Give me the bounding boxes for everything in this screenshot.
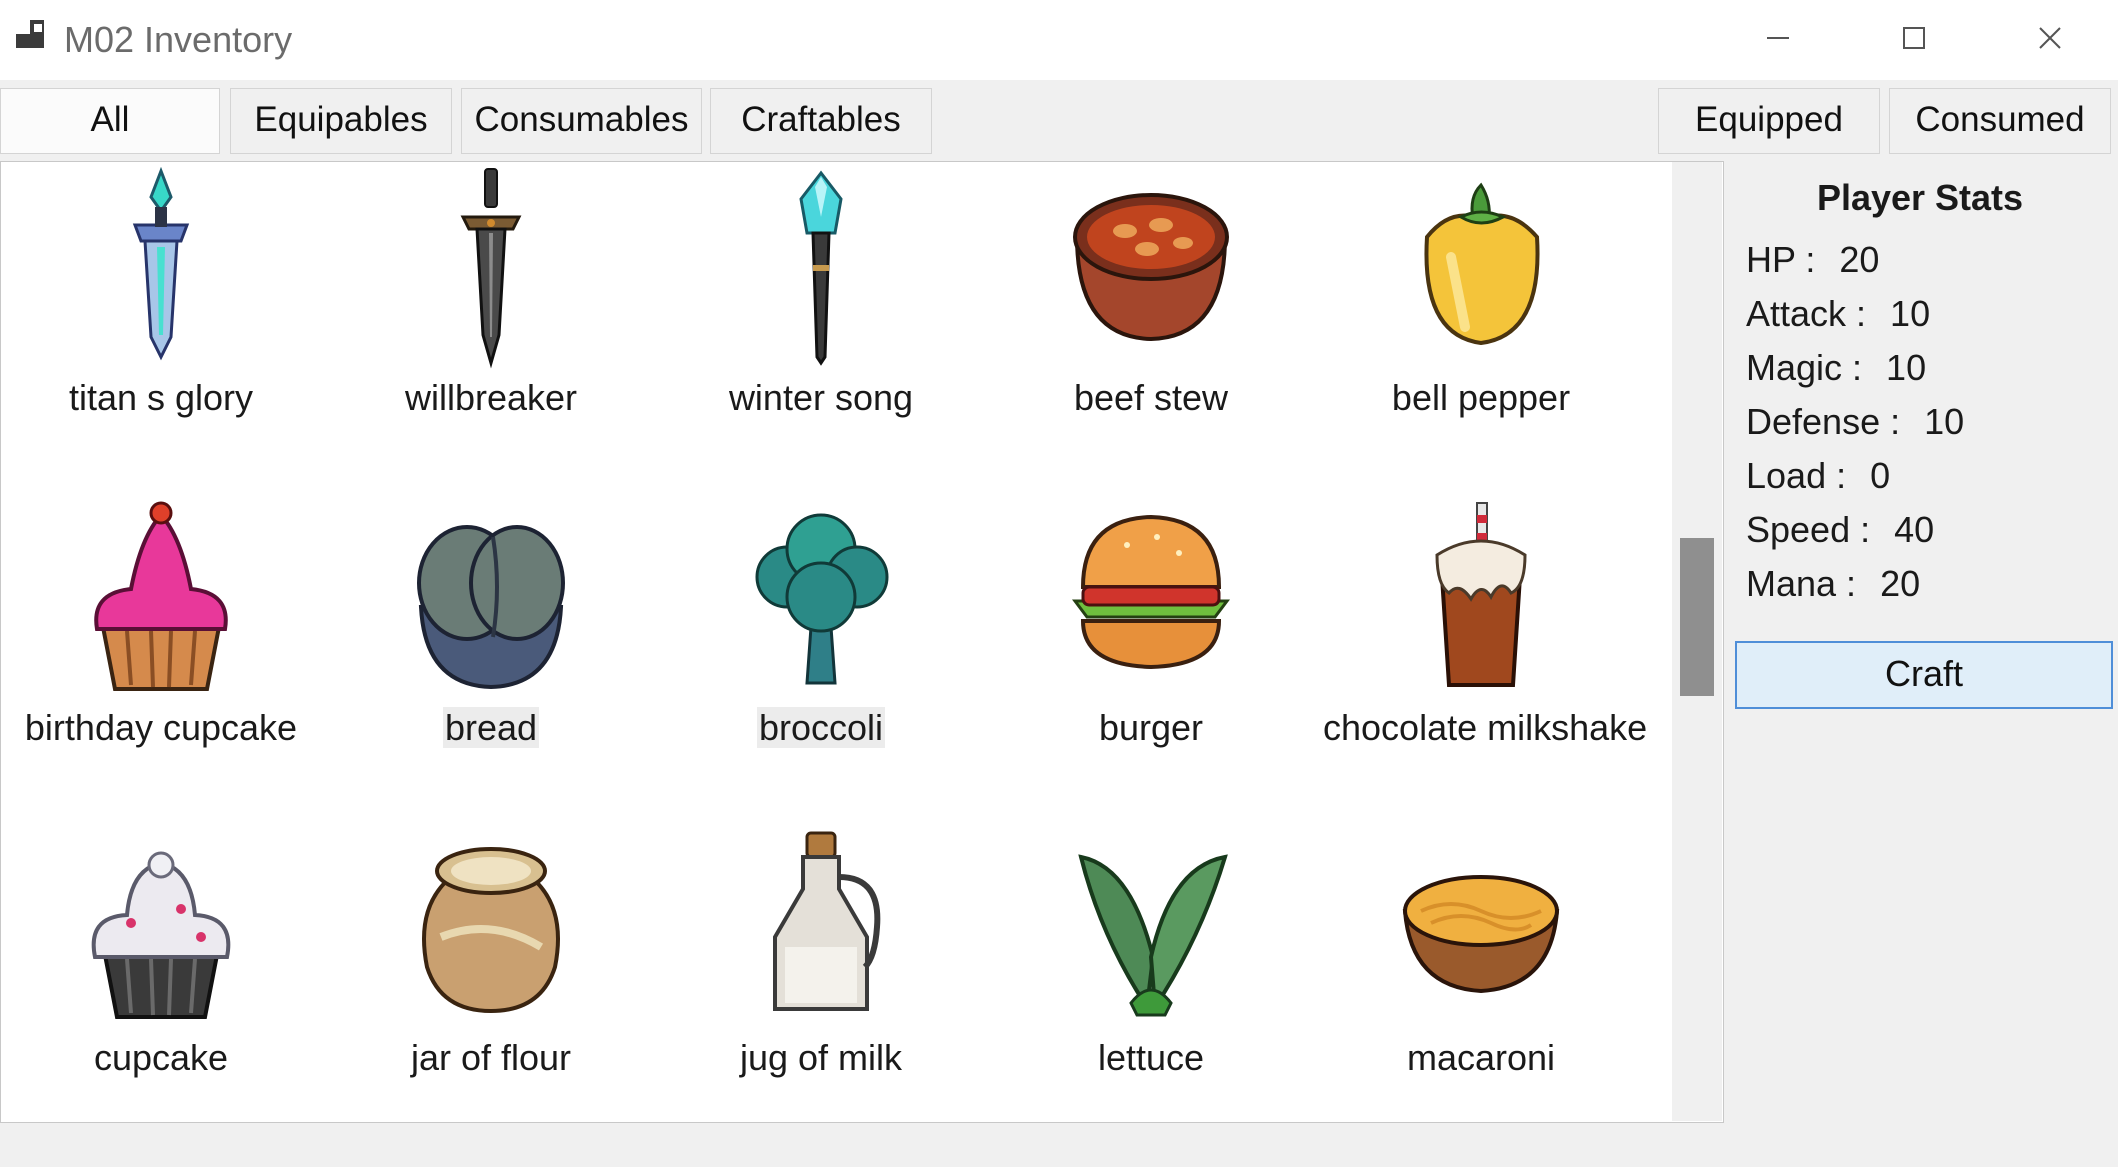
craft-button[interactable]: Craft bbox=[1735, 641, 2113, 709]
macaroni-icon bbox=[1402, 875, 1560, 994]
stat-magic: Magic : 10 bbox=[1746, 343, 1926, 393]
inventory-item-winter-song[interactable]: winter song bbox=[661, 167, 981, 457]
minimize-icon bbox=[1767, 37, 1789, 39]
stat-mana: Mana : 20 bbox=[1746, 559, 1920, 609]
stat-value: 20 bbox=[1839, 239, 1880, 280]
stat-value: 40 bbox=[1894, 509, 1935, 550]
burger-icon bbox=[1072, 514, 1230, 670]
inventory-item-beef-stew[interactable]: beef stew bbox=[991, 167, 1311, 457]
scrollbar[interactable] bbox=[1672, 162, 1722, 1121]
stat-label: Mana : bbox=[1746, 563, 1857, 604]
staff-icon bbox=[799, 170, 843, 366]
close-button[interactable] bbox=[1982, 0, 2118, 76]
app-icon bbox=[16, 20, 44, 48]
jar-icon bbox=[422, 847, 560, 1014]
stat-defense: Defense : 10 bbox=[1746, 397, 1964, 447]
bread-icon bbox=[417, 525, 565, 690]
tab-equipped[interactable]: Equipped bbox=[1658, 88, 1880, 154]
item-label: cupcake bbox=[93, 1037, 229, 1078]
item-label: lettuce bbox=[1097, 1037, 1205, 1078]
tab-consumables[interactable]: Consumables bbox=[461, 88, 702, 154]
stat-value: 10 bbox=[1886, 347, 1927, 388]
stat-label: Speed : bbox=[1746, 509, 1871, 550]
item-label: jar of flour bbox=[410, 1037, 572, 1078]
item-label: titan s glory bbox=[68, 377, 254, 418]
minimize-button[interactable] bbox=[1710, 0, 1846, 76]
stat-value: 20 bbox=[1880, 563, 1921, 604]
item-label: winter song bbox=[728, 377, 914, 418]
inventory-item-birthday-cupcake[interactable]: birthday cupcake bbox=[1, 497, 321, 787]
inventory-item-willbreaker[interactable]: willbreaker bbox=[331, 167, 651, 457]
tab-consumed[interactable]: Consumed bbox=[1889, 88, 2111, 154]
inventory-item-chocolate-milkshake[interactable]: chocolate milkshake bbox=[1321, 497, 1647, 787]
stew-icon bbox=[1073, 193, 1229, 342]
stat-attack: Attack : 10 bbox=[1746, 289, 1930, 339]
inventory-item-cupcake[interactable]: cupcake bbox=[1, 827, 321, 1117]
item-label: beef stew bbox=[1073, 377, 1229, 418]
sword-icon bbox=[460, 168, 522, 369]
inventory-item-jar-of-flour[interactable]: jar of flour bbox=[331, 827, 651, 1117]
pepper-icon bbox=[1424, 182, 1540, 346]
title-bar: M02 Inventory bbox=[0, 0, 2118, 80]
stat-value: 10 bbox=[1924, 401, 1965, 442]
inventory-grid: titan s glory willbreaker winter song be… bbox=[0, 161, 1724, 1123]
scrollbar-thumb[interactable] bbox=[1680, 538, 1714, 696]
inventory-item-bread[interactable]: bread bbox=[331, 497, 651, 787]
window-title: M02 Inventory bbox=[64, 19, 293, 60]
inventory-item-burger[interactable]: burger bbox=[991, 497, 1311, 787]
item-label: broccoli bbox=[756, 707, 886, 748]
stat-label: Load : bbox=[1746, 455, 1847, 496]
item-label: bell pepper bbox=[1391, 377, 1571, 418]
item-label: jug of milk bbox=[739, 1037, 903, 1078]
close-icon bbox=[2039, 27, 2061, 49]
item-label: burger bbox=[1098, 707, 1204, 748]
inventory-item-titan-s-glory[interactable]: titan s glory bbox=[1, 167, 321, 457]
stats-title: Player Stats bbox=[1816, 177, 2024, 218]
inventory-item-macaroni[interactable]: macaroni bbox=[1321, 827, 1641, 1117]
stat-speed: Speed : 40 bbox=[1746, 505, 1934, 555]
maximize-button[interactable] bbox=[1846, 0, 1982, 76]
stat-value: 0 bbox=[1870, 455, 1891, 496]
player-stats-panel: Player Stats HP : 20 Attack : 10 Magic : 10… bbox=[1730, 161, 2118, 1123]
inventory-item-broccoli[interactable]: broccoli bbox=[661, 497, 981, 787]
broccoli-icon bbox=[755, 513, 889, 685]
tab-craftables[interactable]: Craftables bbox=[710, 88, 932, 154]
stat-label: Attack : bbox=[1746, 293, 1867, 334]
inventory-item-bell-pepper[interactable]: bell pepper bbox=[1321, 167, 1641, 457]
item-label: birthday cupcake bbox=[24, 707, 298, 748]
stat-label: Magic : bbox=[1746, 347, 1863, 388]
inventory-item-jug-of-milk[interactable]: jug of milk bbox=[661, 827, 981, 1117]
item-label: bread bbox=[442, 707, 540, 748]
milkshake-icon bbox=[1435, 502, 1527, 687]
maximize-icon bbox=[1903, 27, 1925, 49]
stat-hp: HP : 20 bbox=[1746, 235, 1879, 285]
stat-value: 10 bbox=[1890, 293, 1931, 334]
inventory-item-lettuce[interactable]: lettuce bbox=[991, 827, 1311, 1117]
cupcake-icon bbox=[94, 501, 228, 691]
stat-label: Defense : bbox=[1746, 401, 1901, 442]
stat-load: Load : 0 bbox=[1746, 451, 1890, 501]
cupcake-icon bbox=[91, 851, 231, 1019]
lettuce-icon bbox=[1078, 854, 1228, 1017]
tab-all[interactable]: All bbox=[0, 88, 220, 154]
sword-icon bbox=[132, 167, 190, 361]
item-label: chocolate milkshake bbox=[1323, 707, 1648, 748]
item-label: willbreaker bbox=[404, 377, 578, 418]
item-label: macaroni bbox=[1406, 1037, 1556, 1078]
stat-label: HP : bbox=[1746, 239, 1816, 280]
tab-equipables[interactable]: Equipables bbox=[230, 88, 452, 154]
jug-icon bbox=[773, 831, 881, 1011]
